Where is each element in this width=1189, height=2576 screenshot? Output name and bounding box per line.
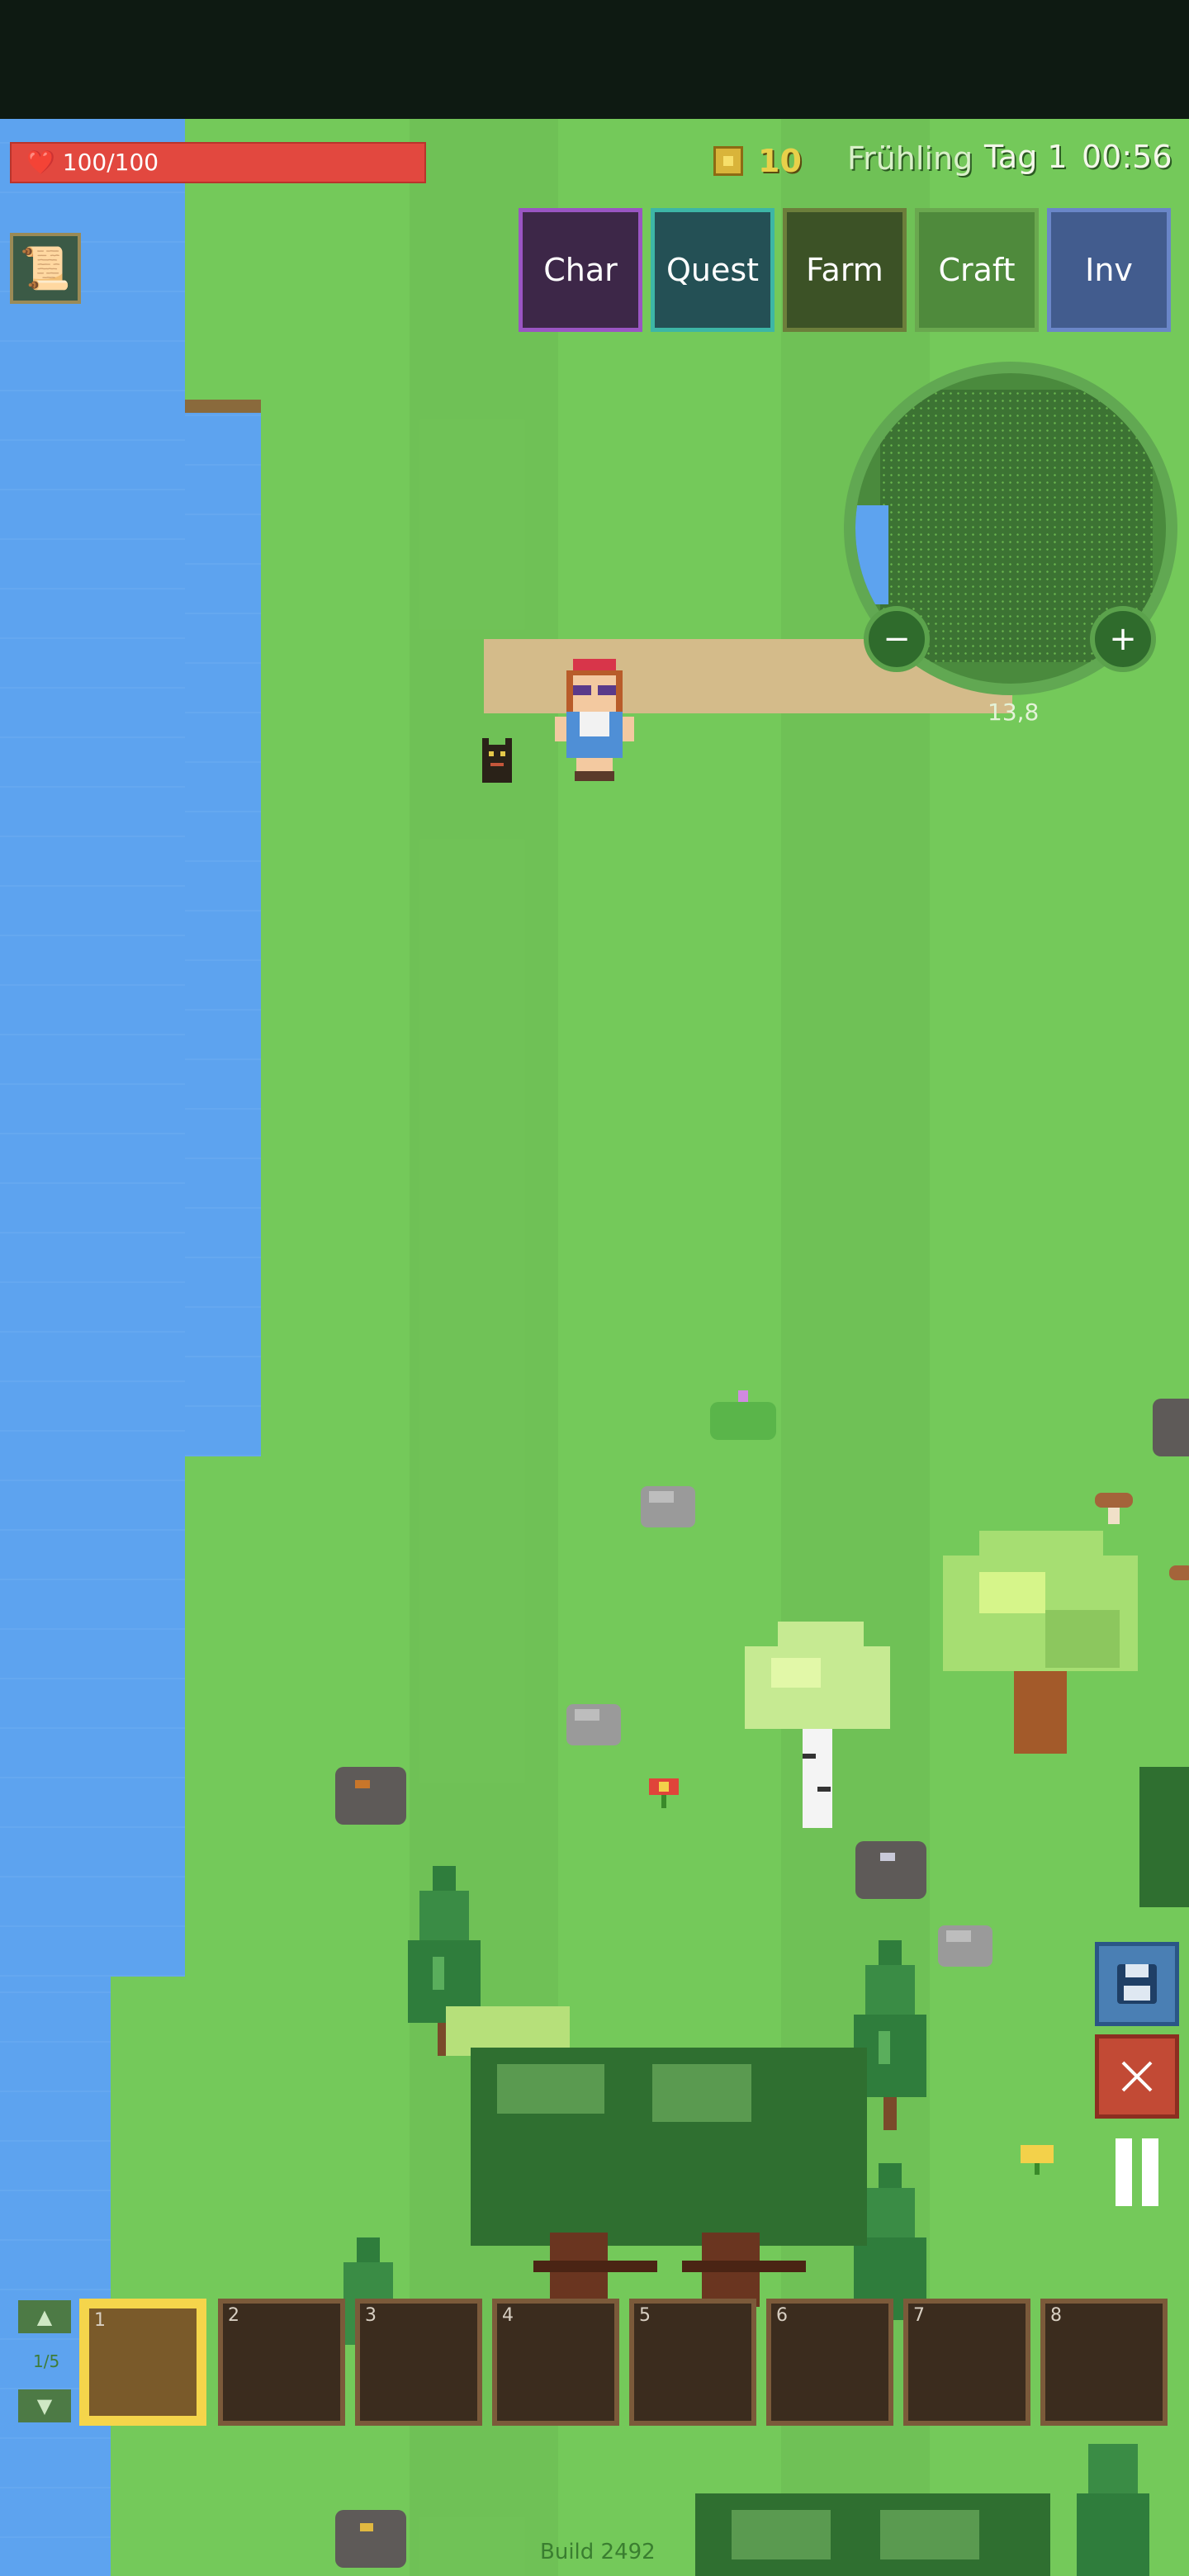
plus-icon: + (1109, 620, 1137, 658)
arrow-up-icon: ▲ (36, 2305, 53, 2328)
hotbar-slot[interactable]: 4 (492, 2299, 619, 2426)
char-button-label: Char (543, 252, 618, 288)
rock (641, 1486, 695, 1527)
coin-icon (713, 146, 743, 176)
slot-number: 1 (94, 2310, 106, 2331)
ore-rock (1153, 1399, 1189, 1456)
hotbar-page-label: 1/5 (33, 2351, 60, 2371)
minimap-zoom-in-button[interactable]: + (1090, 606, 1156, 672)
slot-number: 6 (776, 2305, 788, 2326)
time-label: 00:56 (1082, 139, 1172, 175)
pine-tree (1077, 2444, 1149, 2576)
craft-button-label: Craft (938, 252, 1016, 288)
coordinates-readout: 13,8 (988, 698, 1040, 726)
hotbar-page-up-button[interactable]: ▲ (18, 2300, 71, 2333)
pause-icon-bar (1142, 2138, 1158, 2206)
coin-counter: 10 (713, 140, 802, 182)
coin-count: 10 (758, 143, 802, 179)
slot-number: 2 (228, 2305, 239, 2326)
hotbar-slot[interactable]: 6 (766, 2299, 893, 2426)
ore-rock (855, 1841, 926, 1899)
rock (566, 1704, 621, 1745)
flower (649, 1778, 679, 1808)
slot-number: 3 (365, 2305, 377, 2326)
health-text: 100/100 (62, 149, 159, 176)
ore-rock (335, 1767, 406, 1825)
close-button[interactable] (1095, 2034, 1179, 2119)
slot-number: 7 (913, 2305, 925, 2326)
health-bar: ❤️ 100/100 (10, 142, 426, 183)
season-label: Frühling (847, 140, 973, 177)
close-icon (1121, 2061, 1153, 2092)
hotbar-slot[interactable]: 3 (355, 2299, 482, 2426)
pause-button[interactable] (1097, 2132, 1177, 2213)
hotbar-page-down-button[interactable]: ▼ (18, 2389, 71, 2422)
hotbar-slot[interactable]: 2 (218, 2299, 345, 2426)
pause-icon-bar (1116, 2138, 1132, 2206)
inventory-button-label: Inv (1085, 252, 1133, 288)
large-tree (446, 2006, 867, 2307)
scroll-icon: 📜 (19, 244, 72, 292)
player-character (555, 659, 634, 781)
hotbar-slot[interactable]: 5 (629, 2299, 756, 2426)
quest-button[interactable]: Quest (651, 208, 775, 332)
ore-rock (335, 2510, 406, 2568)
minimap-zoom-out-button[interactable]: − (864, 606, 930, 672)
large-tree (695, 2493, 1050, 2576)
minus-icon: − (883, 620, 911, 658)
large-tree (1139, 1767, 1189, 1907)
build-label: Build 2492 (540, 2540, 656, 2564)
farm-button[interactable]: Farm (783, 208, 907, 332)
slot-number: 8 (1050, 2305, 1062, 2326)
quest-log-button[interactable]: 📜 (10, 233, 81, 304)
flower-bush (710, 1390, 776, 1440)
save-button[interactable] (1095, 1942, 1179, 2026)
status-bar-background (0, 0, 1189, 119)
oak-tree (943, 1531, 1138, 1754)
mushroom (1169, 1565, 1189, 1580)
char-button[interactable]: Char (519, 208, 642, 332)
farm-button-label: Farm (806, 252, 883, 288)
hotbar-slot[interactable]: 7 (903, 2299, 1030, 2426)
heart-icon: ❤️ (26, 149, 55, 176)
day-label: Tag 1 (984, 139, 1068, 175)
hotbar-slot[interactable]: 1 (79, 2299, 206, 2426)
hotbar-slot[interactable]: 8 (1040, 2299, 1168, 2426)
birch-tree (745, 1622, 890, 1828)
inventory-button[interactable]: Inv (1047, 208, 1171, 332)
minimap-water (855, 505, 888, 604)
slot-number: 4 (502, 2305, 514, 2326)
cat-companion (482, 738, 512, 783)
slot-number: 5 (639, 2305, 651, 2326)
rock (938, 1925, 992, 1967)
mushroom (1095, 1493, 1133, 1524)
quest-button-label: Quest (666, 252, 760, 288)
arrow-down-icon: ▼ (36, 2394, 53, 2417)
craft-button[interactable]: Craft (915, 208, 1039, 332)
floppy-disk-icon (1117, 1964, 1157, 2004)
flower (1021, 2145, 1054, 2175)
